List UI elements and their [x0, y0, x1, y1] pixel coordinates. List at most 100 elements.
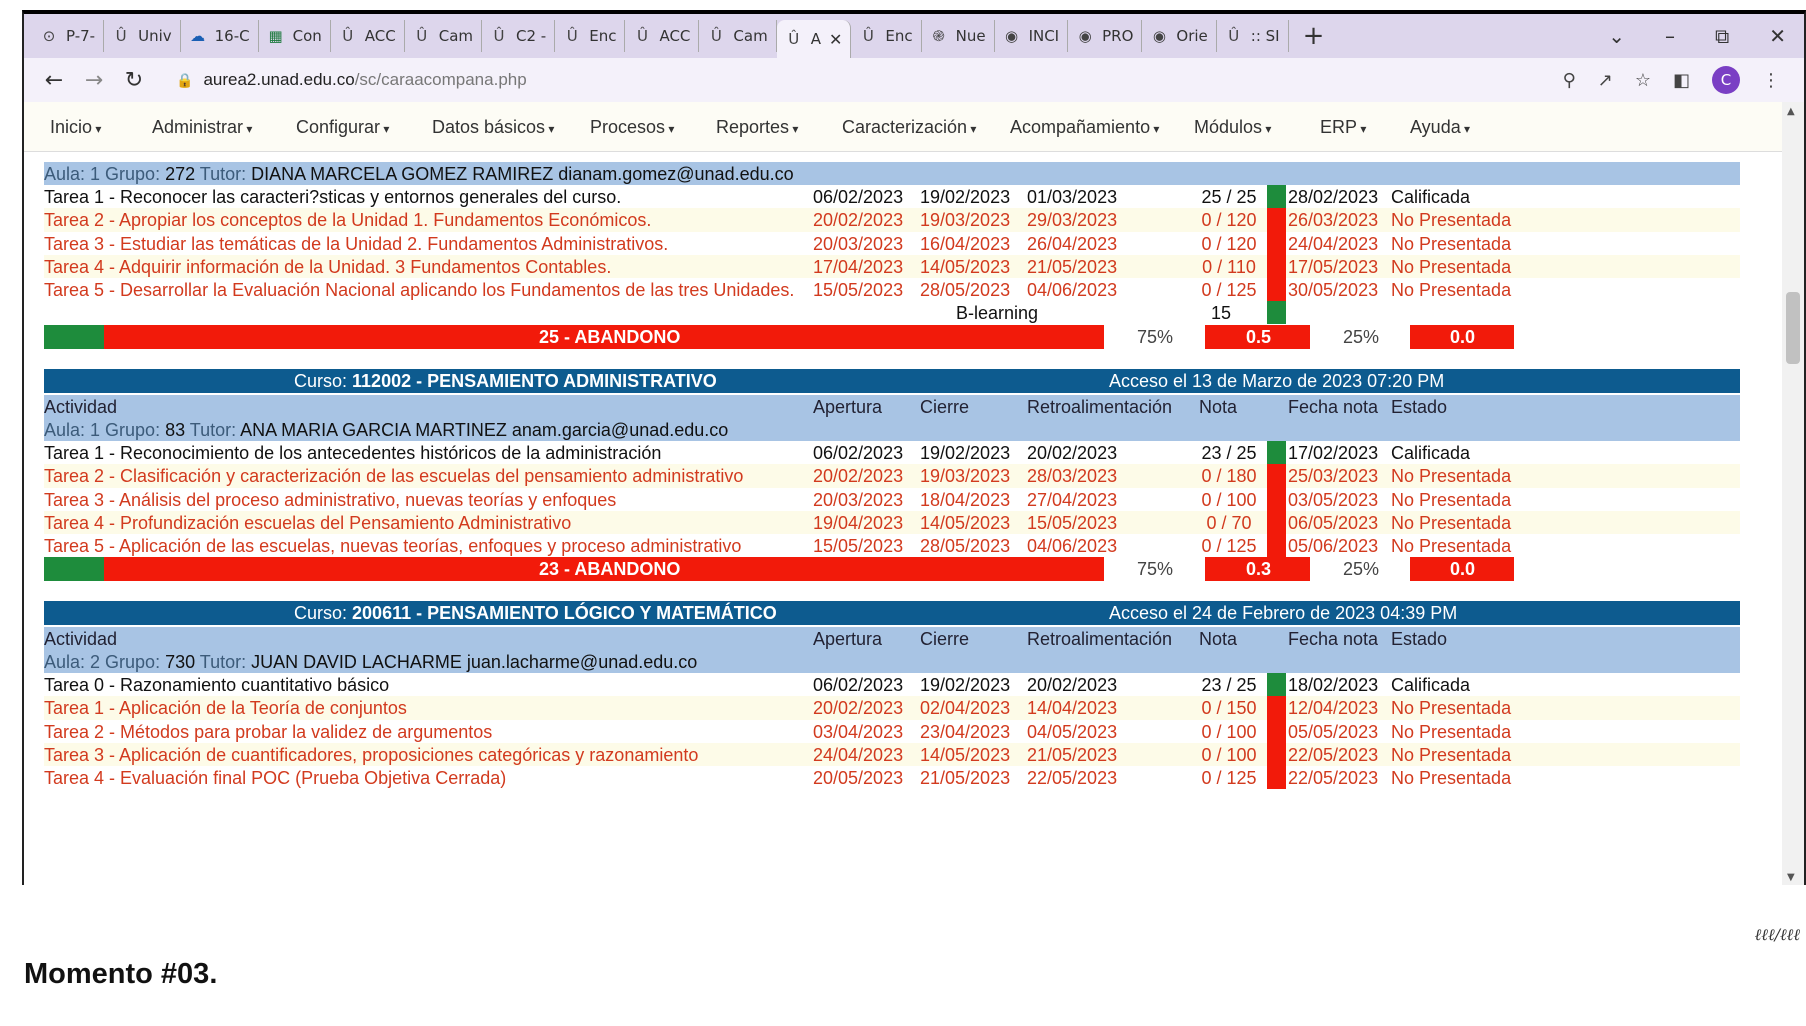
- grupo-number: 83: [165, 420, 186, 440]
- activity-link[interactable]: Tarea 2 - Clasificación y caracterizació…: [44, 466, 743, 487]
- browser-tab[interactable]: ⊙ P-7-: [32, 20, 105, 52]
- menu-inicio[interactable]: Inicio: [50, 117, 101, 138]
- close-tab-icon[interactable]: ✕: [829, 30, 842, 49]
- url-input[interactable]: 🔒 aurea2.unad.edu.co/sc/caraacompana.php: [164, 63, 1563, 97]
- browser-tab[interactable]: Û ACC: [331, 20, 405, 52]
- tab-search-icon[interactable]: ⌄: [1608, 24, 1625, 48]
- share-icon[interactable]: ↗: [1598, 70, 1613, 91]
- browser-tab[interactable]: ֎ Nue: [922, 20, 995, 52]
- activity-link[interactable]: Tarea 4 - Profundización escuelas del Pe…: [44, 513, 571, 534]
- grade-date: 22/05/2023: [1288, 744, 1379, 765]
- course-access-date: Acceso el 13 de Marzo de 2023 07:20 PM: [1109, 371, 1445, 391]
- activity-link[interactable]: Tarea 0 - Razonamiento cuantitativo bási…: [44, 675, 389, 696]
- tutor-label: Tutor:: [195, 652, 252, 672]
- retro-date: 14/04/2023: [1027, 698, 1118, 719]
- activity-link[interactable]: Tarea 3 - Aplicación de cuantificadores,…: [44, 745, 698, 766]
- activity-link[interactable]: Tarea 5 - Desarrollar la Evaluación Naci…: [44, 280, 794, 301]
- menu-erp[interactable]: ERP: [1320, 117, 1366, 138]
- browser-tab[interactable]: Û Univ: [104, 20, 181, 52]
- grade-value: 0 / 100: [1201, 721, 1257, 742]
- menu-procesos[interactable]: Procesos: [590, 117, 674, 138]
- column-header-nota: Nota: [1199, 629, 1238, 649]
- scroll-up-icon[interactable]: ▲: [1787, 106, 1795, 117]
- apertura-date: 20/05/2023: [813, 768, 904, 789]
- status-text: Calificada: [1391, 443, 1471, 463]
- activity-link[interactable]: Tarea 2 - Métodos para probar la validez…: [44, 722, 492, 743]
- retro-date: 20/02/2023: [1027, 443, 1118, 463]
- browser-tab[interactable]: Û:: SI: [1217, 20, 1289, 52]
- status-text: Calificada: [1391, 187, 1471, 207]
- activity-link[interactable]: Tarea 1 - Reconocimiento de los antecede…: [44, 443, 661, 464]
- browser-tab[interactable]: Û Cam: [699, 20, 777, 52]
- browser-tab[interactable]: Û Enc: [555, 20, 626, 52]
- menu-caracterización[interactable]: Caracterización: [842, 117, 976, 138]
- grade-date: 18/02/2023: [1288, 675, 1379, 695]
- status-text: No Presentada: [1391, 256, 1512, 277]
- summary-status: 25 - ABANDONO: [539, 327, 681, 347]
- menu-configurar[interactable]: Configurar: [296, 117, 389, 138]
- activity-link[interactable]: Tarea 1 - Aplicación de la Teoría de con…: [44, 698, 407, 719]
- browser-tab[interactable]: ◉ INCI: [995, 20, 1069, 52]
- browser-tab[interactable]: ▦ Con: [259, 20, 331, 52]
- aula-label: Aula: 2 Grupo:: [44, 652, 166, 672]
- browser-tab[interactable]: ◉ PRO: [1068, 20, 1143, 52]
- close-window-icon[interactable]: ✕: [1769, 24, 1786, 48]
- browser-tab[interactable]: Û ACC: [625, 20, 700, 52]
- unad-icon: Û: [566, 27, 578, 45]
- blearning-indicator: [1267, 301, 1286, 324]
- progress-green-segment: [44, 557, 104, 581]
- browser-tab[interactable]: Û C2 -: [482, 20, 556, 52]
- retro-date: 26/04/2023: [1027, 233, 1118, 254]
- bookmark-star-icon[interactable]: ☆: [1635, 70, 1651, 91]
- browser-tab[interactable]: Û Enc: [851, 20, 922, 52]
- side-panel-icon[interactable]: ◧: [1673, 70, 1690, 91]
- grade-value: 0 / 180: [1201, 466, 1257, 487]
- forward-icon[interactable]: →: [74, 68, 114, 93]
- scroll-down-icon[interactable]: ▼: [1787, 872, 1795, 883]
- menu-datos-básicos[interactable]: Datos básicos: [432, 117, 554, 138]
- back-icon[interactable]: ←: [34, 68, 74, 93]
- browser-tab[interactable]: ◉ Orie: [1142, 20, 1217, 52]
- status-indicator: [1267, 231, 1286, 255]
- chrome-icon: ◉: [1078, 27, 1092, 45]
- browser-tab[interactable]: ☁ 16-C: [181, 20, 259, 52]
- unad-icon: Û: [862, 27, 874, 45]
- activity-link[interactable]: Tarea 5 - Aplicación de las escuelas, nu…: [44, 536, 741, 557]
- reload-icon[interactable]: ↻: [114, 68, 154, 93]
- activity-link[interactable]: Tarea 4 - Evaluación final POC (Prueba O…: [44, 768, 506, 789]
- grupo-number: 730: [165, 652, 196, 672]
- activity-link[interactable]: Tarea 4 - Adquirir información de la Uni…: [44, 257, 611, 278]
- menu-módulos[interactable]: Módulos: [1194, 117, 1271, 138]
- activity-link[interactable]: Tarea 2 - Apropiar los conceptos de la U…: [44, 210, 651, 231]
- menu-acompañamiento[interactable]: Acompañamiento: [1010, 117, 1159, 138]
- unad-icon: Û: [636, 27, 648, 45]
- activity-link[interactable]: Tarea 3 - Estudiar las temáticas de la U…: [44, 234, 668, 255]
- browser-tab[interactable]: Û A ✕: [776, 20, 852, 58]
- cierre-date: 02/04/2023: [920, 698, 1011, 719]
- tab-label: Con: [292, 27, 322, 45]
- grade-value: 23 / 25: [1201, 443, 1257, 463]
- status-indicator: [1267, 441, 1286, 465]
- restore-icon[interactable]: ⧉: [1715, 24, 1729, 48]
- profile-avatar[interactable]: C: [1712, 66, 1740, 94]
- status-text: No Presentada: [1391, 489, 1512, 510]
- zoom-icon[interactable]: ⚲: [1563, 70, 1576, 91]
- vertical-scrollbar[interactable]: ▲ ▼: [1782, 102, 1804, 885]
- browser-tab[interactable]: Û Cam: [405, 20, 483, 52]
- menu-reportes[interactable]: Reportes: [716, 117, 798, 138]
- apertura-date: 20/02/2023: [813, 466, 904, 487]
- activity-link[interactable]: Tarea 1 - Reconocer las caracteri?sticas…: [44, 187, 621, 208]
- score-a-value: 0.5: [1246, 327, 1272, 347]
- percentage-a: 75%: [1137, 559, 1174, 579]
- minimize-icon[interactable]: –: [1665, 24, 1675, 48]
- url-path: /sc/caraacompana.php: [354, 70, 527, 89]
- menu-administrar[interactable]: Administrar: [152, 117, 252, 138]
- new-tab-icon[interactable]: +: [1289, 21, 1339, 51]
- activity-link[interactable]: Tarea 3 - Análisis del proceso administr…: [44, 490, 616, 511]
- browser-menu-icon[interactable]: ⋮: [1762, 70, 1780, 91]
- scrollbar-thumb[interactable]: [1786, 292, 1800, 364]
- apertura-date: 20/02/2023: [813, 698, 904, 719]
- course-title: Curso: 200611 - PENSAMIENTO LÓGICO Y MAT…: [294, 603, 777, 624]
- menu-ayuda[interactable]: Ayuda: [1410, 117, 1470, 138]
- grade-date: 17/02/2023: [1288, 443, 1379, 463]
